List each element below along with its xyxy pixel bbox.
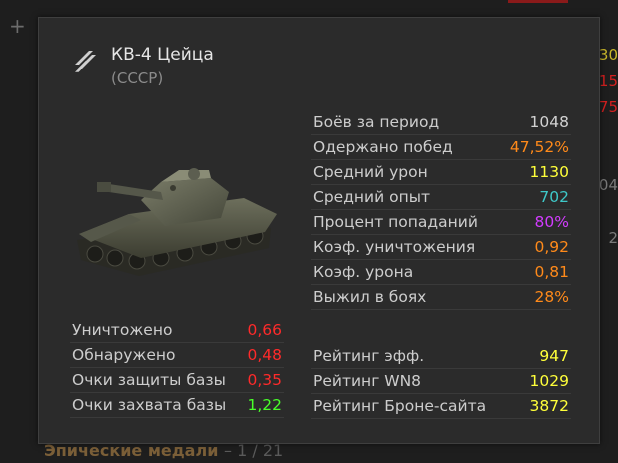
heavy-tank-image bbox=[77, 168, 277, 276]
stat-label: Процент попаданий bbox=[313, 213, 478, 231]
bg-value-grey-1: 04 bbox=[598, 176, 618, 194]
stat-value: 80% bbox=[534, 213, 569, 231]
stat-row-capture-points: Очки захвата базы 1,22 bbox=[70, 393, 284, 418]
stat-label: Рейтинг WN8 bbox=[313, 372, 422, 390]
tank-name: КВ-4 Цейца bbox=[111, 45, 214, 65]
stat-label: Очки захвата базы bbox=[72, 396, 227, 414]
stat-label: Рейтинг эфф. bbox=[313, 347, 425, 365]
stat-value: 0,48 bbox=[247, 346, 282, 364]
bg-value-red-1: 15 bbox=[598, 72, 618, 90]
stat-row-kill-ratio: Коэф. уничтожения 0,92 bbox=[311, 235, 571, 260]
stat-row-wins: Одержано побед 47,52% bbox=[311, 135, 571, 160]
stat-value: 1,22 bbox=[247, 396, 282, 414]
stat-value: 1048 bbox=[529, 113, 569, 131]
stat-row-defense-points: Очки защиты базы 0,35 bbox=[70, 368, 284, 393]
stat-row-efficiency-rating: Рейтинг эфф. 947 bbox=[311, 344, 571, 369]
stat-label: Коэф. уничтожения bbox=[313, 238, 476, 256]
stat-label: Боёв за период bbox=[313, 113, 440, 131]
stat-label: Выжил в боях bbox=[313, 288, 427, 306]
stat-value: 28% bbox=[534, 288, 569, 306]
stat-value: 47,52% bbox=[509, 138, 569, 156]
stat-value: 0,35 bbox=[247, 371, 282, 389]
stat-row-survival: Выжил в боях 28% bbox=[311, 285, 571, 310]
stat-label: Рейтинг Броне-сайта bbox=[313, 397, 487, 415]
stat-value: 1029 bbox=[529, 372, 569, 390]
stat-value: 702 bbox=[539, 188, 569, 206]
period-stats-table: Боёв за период 1048 Одержано побед 47,52… bbox=[311, 110, 571, 310]
stat-label: Одержано побед bbox=[313, 138, 453, 156]
stat-label: Уничтожено bbox=[72, 321, 173, 339]
bg-value-grey-2: 2 bbox=[608, 229, 618, 247]
bg-value-red-2: 75 bbox=[598, 98, 618, 116]
stat-value: 1130 bbox=[529, 163, 569, 181]
stat-row-damage-ratio: Коэф. урона 0,81 bbox=[311, 260, 571, 285]
stat-label: Коэф. урона bbox=[313, 263, 414, 281]
tank-nation: (СССР) bbox=[111, 69, 164, 87]
stat-value: 0,66 bbox=[247, 321, 282, 339]
stat-label: Обнаружено bbox=[72, 346, 176, 364]
stat-value: 3872 bbox=[529, 397, 569, 415]
stat-value: 947 bbox=[539, 347, 569, 365]
stat-label: Очки защиты базы bbox=[72, 371, 226, 389]
bg-red-strip bbox=[508, 0, 568, 3]
vehicle-tooltip: КВ-4 Цейца (СССР) Боёв за период 1048 Од… bbox=[38, 17, 600, 444]
stat-row-avg-damage: Средний урон 1130 bbox=[311, 160, 571, 185]
stat-label: Средний опыт bbox=[313, 188, 431, 206]
stat-value: 0,81 bbox=[534, 263, 569, 281]
stat-row-wn8-rating: Рейтинг WN8 1029 bbox=[311, 369, 571, 394]
triple-chevron-rank-icon bbox=[75, 51, 96, 72]
stat-row-spotted: Обнаружено 0,48 bbox=[70, 343, 284, 368]
stat-value: 0,92 bbox=[534, 238, 569, 256]
stat-row-hit-rate: Процент попаданий 80% bbox=[311, 210, 571, 235]
add-icon[interactable]: + bbox=[9, 16, 26, 36]
stat-row-destroyed: Уничтожено 0,66 bbox=[70, 318, 284, 343]
stat-label: Средний урон bbox=[313, 163, 428, 181]
ratings-table: Рейтинг эфф. 947 Рейтинг WN8 1029 Рейтин… bbox=[311, 344, 571, 419]
average-stats-table: Уничтожено 0,66 Обнаружено 0,48 Очки защ… bbox=[70, 318, 284, 418]
stat-row-armor-site-rating: Рейтинг Броне-сайта 3872 bbox=[311, 394, 571, 419]
stat-row-battles: Боёв за период 1048 bbox=[311, 110, 571, 135]
stat-row-avg-xp: Средний опыт 702 bbox=[311, 185, 571, 210]
